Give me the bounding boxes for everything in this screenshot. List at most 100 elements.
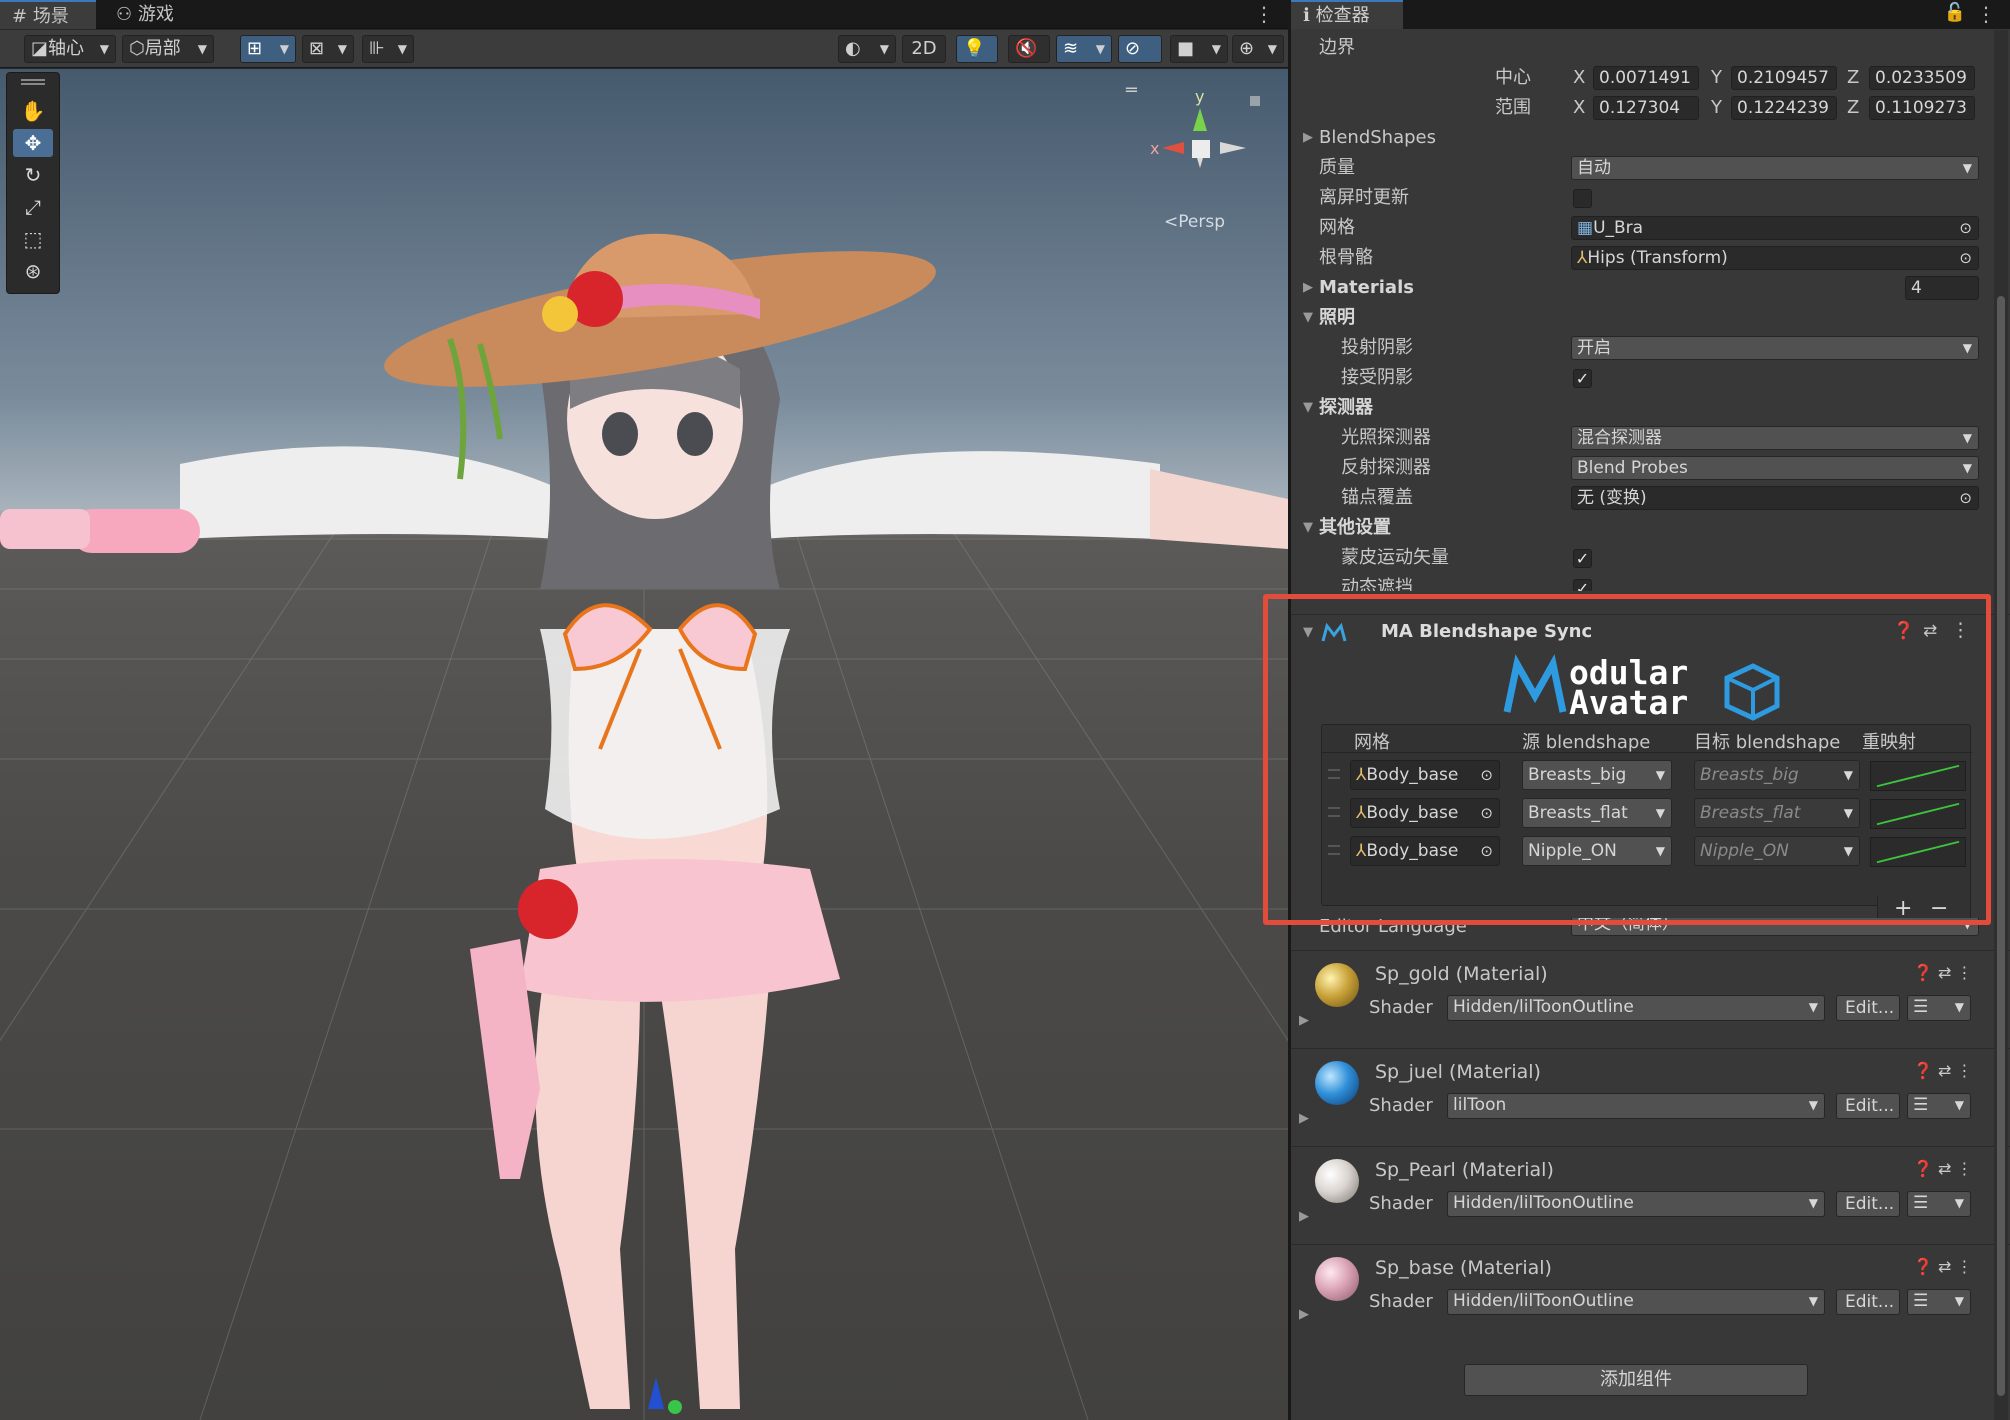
probes-foldout[interactable]: ▼ 探测器: [1291, 393, 1991, 423]
anchor-override-row: 锚点覆盖 无 (变换) ⊙: [1291, 483, 1991, 513]
shader-label: Shader: [1369, 1095, 1433, 1116]
lock-icon[interactable]: [1250, 96, 1260, 106]
quality-label: 质量: [1319, 157, 1355, 178]
shader-dropdown[interactable]: Hidden/lilToonOutline ▼: [1447, 995, 1825, 1021]
list-icon: ☰: [1913, 1095, 1929, 1115]
help-icon[interactable]: ❓: [1913, 1257, 1933, 1276]
kebab-menu-icon[interactable]: ⋮: [1976, 2, 1996, 26]
unity-editor: { "scene_tabs":{"scene":"场景","game":"游戏"…: [0, 0, 2010, 1420]
pivot-icon: ◪: [31, 38, 49, 59]
chevron-right-icon[interactable]: ▶: [1299, 1111, 1309, 1126]
center-x-field[interactable]: 0.0071491: [1593, 66, 1699, 90]
snap-increment-button[interactable]: ⊠ ▼: [302, 35, 354, 63]
kebab-menu-icon[interactable]: ⋮: [1957, 1257, 1973, 1276]
local-dropdown[interactable]: ⬡局部 ▼: [122, 35, 214, 63]
tab-inspector[interactable]: ℹ 检查器: [1291, 0, 1403, 29]
receive-shadows-checkbox[interactable]: ✓: [1573, 369, 1592, 388]
drag-handle-icon[interactable]: [21, 79, 45, 85]
chevron-right-icon[interactable]: ▶: [1299, 1307, 1309, 1322]
scale-tool-icon[interactable]: ⤢: [13, 193, 53, 221]
effects-dropdown[interactable]: ≋ ▼: [1056, 35, 1112, 63]
orientation-gizmo[interactable]: y x: [1150, 86, 1270, 206]
tab-game[interactable]: ⚇ 游戏: [104, 0, 214, 29]
lighting-toggle[interactable]: 💡: [956, 35, 998, 63]
tab-scene[interactable]: # 场景: [0, 0, 96, 29]
add-component-button[interactable]: 添加组件: [1464, 1364, 1808, 1396]
help-icon[interactable]: ❓: [1913, 1061, 1933, 1080]
kebab-menu-icon[interactable]: ⋮: [1957, 1061, 1973, 1080]
anchor-override-field[interactable]: 无 (变换) ⊙: [1571, 486, 1979, 510]
rotate-tool-icon[interactable]: ↻: [13, 161, 53, 189]
material-options-dropdown[interactable]: ☰ ▼: [1907, 1093, 1971, 1119]
edit-shader-button[interactable]: Edit...: [1836, 1289, 1900, 1315]
mesh-object-field[interactable]: ▦U_Bra ⊙: [1571, 216, 1979, 240]
other-settings-foldout[interactable]: ▼ 其他设置: [1291, 513, 1991, 543]
shading-mode-button[interactable]: ◐ ▼: [838, 35, 896, 63]
material-name: Sp_gold (Material): [1375, 963, 1548, 985]
offscreen-checkbox[interactable]: [1573, 189, 1592, 208]
gizmos-dropdown[interactable]: ⊕ ▼: [1232, 35, 1284, 63]
scene-view-panel: # 场景 ⚇ 游戏 ⋮ ◪轴心 ▼ ⬡局部 ▼ ⊞ ▼ ⊠ ▼ ⊪ ▼ ◐ ▼ 2D 💡 🔇…: [0, 0, 1288, 1420]
pivot-dropdown[interactable]: ◪轴心 ▼: [24, 35, 116, 63]
presets-icon[interactable]: ⇄: [1938, 1159, 1951, 1178]
kebab-menu-icon[interactable]: ⋮: [1254, 2, 1274, 26]
edit-shader-button[interactable]: Edit...: [1836, 995, 1900, 1021]
center-y-field[interactable]: 0.2109457: [1731, 66, 1837, 90]
dynamic-occlusion-checkbox[interactable]: ✓: [1573, 579, 1592, 591]
kebab-menu-icon[interactable]: ⋮: [1957, 963, 1973, 982]
light-probes-dropdown[interactable]: 混合探测器 ▼: [1571, 426, 1979, 450]
material-options-dropdown[interactable]: ☰ ▼: [1907, 1191, 1971, 1217]
scrollbar-thumb[interactable]: [1997, 296, 2005, 1396]
extent-z-field[interactable]: 0.1109273: [1869, 96, 1975, 120]
shader-dropdown[interactable]: Hidden/lilToonOutline ▼: [1447, 1289, 1825, 1315]
chevron-down-icon: ▼: [1954, 1000, 1964, 1014]
object-picker-icon[interactable]: ⊙: [1959, 217, 1972, 239]
mode-2d-button[interactable]: 2D: [902, 35, 946, 63]
blendshapes-foldout[interactable]: ▶ BlendShapes: [1291, 123, 1991, 153]
rect-tool-icon[interactable]: ⬚: [13, 225, 53, 253]
presets-icon[interactable]: ⇄: [1938, 1257, 1951, 1276]
shader-dropdown[interactable]: Hidden/lilToonOutline ▼: [1447, 1191, 1825, 1217]
shader-dropdown[interactable]: lilToon ▼: [1447, 1093, 1825, 1119]
reflection-probes-dropdown[interactable]: Blend Probes ▼: [1571, 456, 1979, 480]
materials-count-field[interactable]: 4: [1905, 276, 1979, 300]
camera-dropdown[interactable]: ■ ▼: [1170, 35, 1228, 63]
projection-label[interactable]: <Persp: [1164, 212, 1225, 232]
scene-visibility-toggle[interactable]: ⊘: [1118, 35, 1162, 63]
material-options-dropdown[interactable]: ☰ ▼: [1907, 1289, 1971, 1315]
object-picker-icon[interactable]: ⊙: [1959, 487, 1972, 509]
shader-value: Hidden/lilToonOutline: [1453, 1193, 1634, 1213]
materials-foldout[interactable]: ▶ Materials 4: [1291, 273, 1991, 303]
edit-shader-button[interactable]: Edit...: [1836, 1191, 1900, 1217]
gamepad-icon: ⚇: [116, 4, 133, 25]
presets-icon[interactable]: ⇄: [1938, 963, 1951, 982]
grid-snap-button[interactable]: ⊞ ▼: [240, 35, 296, 63]
material-options-dropdown[interactable]: ☰ ▼: [1907, 995, 1971, 1021]
move-tool-icon[interactable]: ✥: [13, 129, 53, 157]
audio-toggle[interactable]: 🔇: [1008, 35, 1050, 63]
grid-visibility-button[interactable]: ⊪ ▼: [362, 35, 414, 63]
center-z-field[interactable]: 0.0233509: [1869, 66, 1975, 90]
lock-icon[interactable]: 🔓: [1944, 2, 1966, 23]
transform-tool-icon[interactable]: ⊛: [13, 257, 53, 285]
skinned-motion-checkbox[interactable]: ✓: [1573, 549, 1592, 568]
hand-tool-icon[interactable]: ✋: [13, 97, 53, 125]
chevron-down-icon: ▼: [1267, 42, 1277, 56]
extent-y-field[interactable]: 0.1224239: [1731, 96, 1837, 120]
inspector-scrollbar[interactable]: [1994, 30, 2008, 1420]
chevron-right-icon[interactable]: ▶: [1299, 1209, 1309, 1224]
kebab-menu-icon[interactable]: ⋮: [1957, 1159, 1973, 1178]
lighting-foldout[interactable]: ▼ 照明: [1291, 303, 1991, 333]
object-picker-icon[interactable]: ⊙: [1959, 247, 1972, 269]
rootbone-object-field[interactable]: ⅄Hips (Transform) ⊙: [1571, 246, 1979, 270]
chevron-right-icon[interactable]: ▶: [1299, 1013, 1309, 1028]
edit-shader-button[interactable]: Edit...: [1836, 1093, 1900, 1119]
quality-dropdown[interactable]: 自动 ▼: [1571, 156, 1979, 180]
help-icon[interactable]: ❓: [1913, 1159, 1933, 1178]
cast-shadows-dropdown[interactable]: 开启 ▼: [1571, 336, 1979, 360]
extent-x-field[interactable]: 0.127304: [1593, 96, 1699, 120]
avatar-model[interactable]: [0, 69, 1288, 1420]
overlay-menu-icon[interactable]: ═: [1126, 80, 1137, 101]
presets-icon[interactable]: ⇄: [1938, 1061, 1951, 1080]
help-icon[interactable]: ❓: [1913, 963, 1933, 982]
